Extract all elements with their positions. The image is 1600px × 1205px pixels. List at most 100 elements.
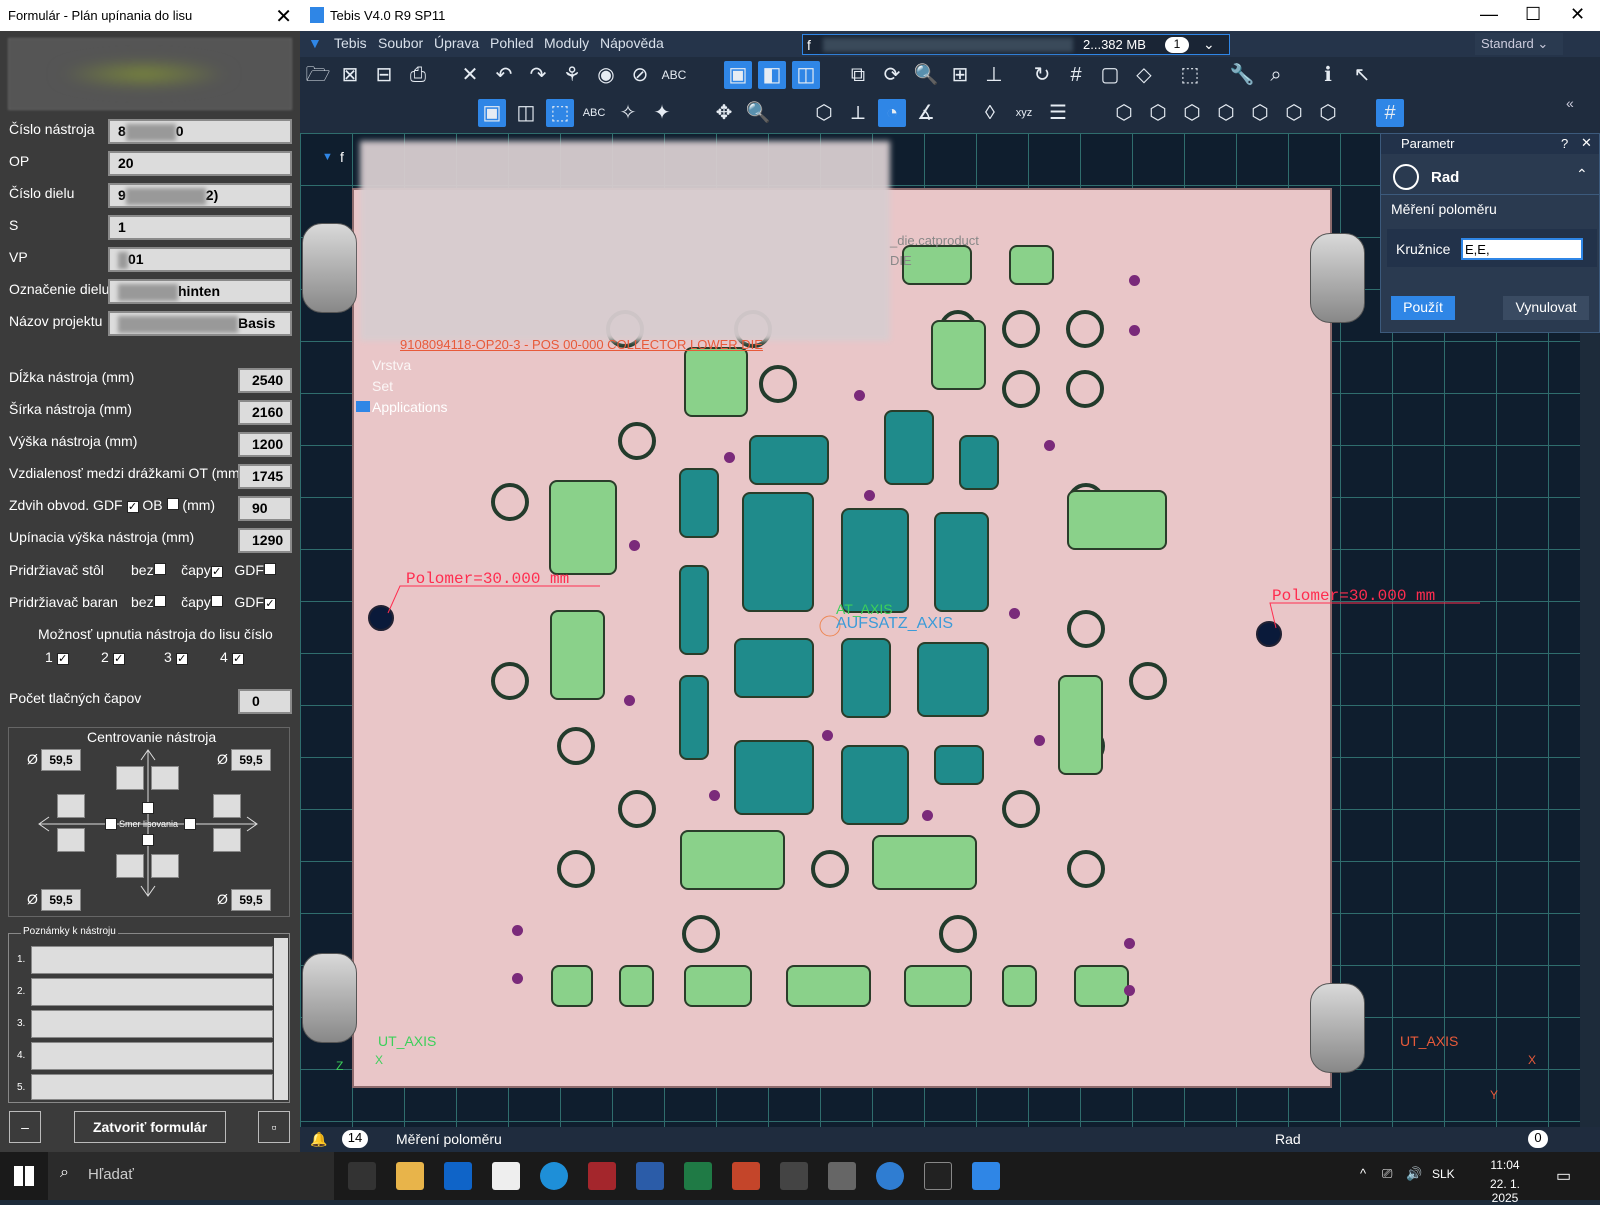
light-off-icon[interactable]: ✦: [648, 99, 676, 127]
close-icon[interactable]: ✕: [1581, 135, 1592, 151]
text-style-icon[interactable]: ABC: [580, 99, 608, 127]
tool-height-field[interactable]: 1200: [238, 432, 292, 457]
center-checkbox[interactable]: [105, 818, 117, 830]
shaded-cube-icon[interactable]: ▣: [724, 61, 752, 89]
tool-width-field[interactable]: 2160: [238, 400, 292, 425]
note-line-4[interactable]: [31, 1042, 273, 1070]
network-icon[interactable]: ⎚: [1382, 1166, 1392, 1182]
angle-icon[interactable]: ∡: [912, 99, 940, 127]
task-view-icon[interactable]: [348, 1162, 376, 1190]
outlook-icon[interactable]: [444, 1162, 472, 1190]
clamp-height-field[interactable]: 1290: [238, 528, 292, 553]
delete-icon[interactable]: ✕: [456, 61, 484, 89]
menu-uprava[interactable]: Úprava: [434, 35, 479, 51]
tree-item-set[interactable]: Set: [372, 378, 393, 394]
annotation-icon[interactable]: ☰: [1044, 99, 1072, 127]
help-icon[interactable]: ?: [1561, 136, 1568, 151]
tebis-menu-icon[interactable]: ▼: [308, 35, 322, 51]
calculator-icon[interactable]: [828, 1162, 856, 1190]
search-text-icon[interactable]: ⌕: [1262, 61, 1290, 89]
note-line-2[interactable]: [31, 978, 273, 1006]
language-indicator[interactable]: SLK: [1432, 1167, 1455, 1181]
maximize-window-icon[interactable]: ☐: [1525, 4, 1541, 25]
center-slot[interactable]: [213, 794, 241, 818]
profile-select[interactable]: Standard ⌄: [1475, 33, 1563, 55]
grid-toggle-icon[interactable]: #: [1376, 99, 1404, 127]
press-option-2[interactable]: 2 ✓: [101, 649, 125, 665]
wire-cube-icon[interactable]: ◫: [792, 61, 820, 89]
cube-edge-icon[interactable]: ◫: [512, 99, 540, 127]
terminal-icon[interactable]: [924, 1162, 952, 1190]
notes-scrollbar[interactable]: [274, 938, 288, 1100]
copy-view-icon[interactable]: ⧉: [844, 61, 872, 89]
redo-icon[interactable]: ↷: [524, 61, 552, 89]
clock-time[interactable]: 11:04: [1475, 1158, 1535, 1172]
view-top-icon[interactable]: ⬡: [1246, 99, 1274, 127]
plane-icon[interactable]: ◇: [1130, 61, 1158, 89]
notepad-icon[interactable]: [492, 1162, 520, 1190]
apply-button[interactable]: Použít: [1391, 296, 1455, 320]
zoom-icon[interactable]: 🔍: [912, 61, 940, 89]
center-checkbox[interactable]: [142, 834, 154, 846]
edge-icon[interactable]: [540, 1162, 568, 1190]
pointer-help-icon[interactable]: ↖: [1348, 61, 1376, 89]
ram-capy-checkbox[interactable]: [210, 595, 223, 607]
table-capy-checkbox[interactable]: ✓: [210, 566, 223, 578]
info-icon[interactable]: ℹ: [1314, 61, 1342, 89]
circle-field-input[interactable]: E,E,: [1461, 238, 1583, 260]
file-selector[interactable]: f 2...382 MB 1 ⌄: [802, 34, 1230, 55]
view-left-icon[interactable]: ⬡: [1178, 99, 1206, 127]
magnifier-icon[interactable]: 🔍: [744, 99, 772, 127]
part-designation-field[interactable]: hinten: [108, 279, 292, 304]
center-slot[interactable]: [57, 794, 85, 818]
tree-part-line[interactable]: 9108094118-OP20-3 - POS 00-000 COLLECTOR…: [400, 337, 763, 352]
tebis-taskbar-icon[interactable]: [972, 1162, 1000, 1190]
center-slot[interactable]: [116, 766, 144, 790]
center-slot[interactable]: [151, 766, 179, 790]
press-option-3[interactable]: 3 ✓: [164, 649, 188, 665]
ram-gdf-checkbox[interactable]: ✓: [263, 598, 276, 610]
dimension-icon[interactable]: ⟂: [844, 99, 872, 127]
clock-date[interactable]: 22. 1. 2025: [1475, 1177, 1535, 1205]
box-icon[interactable]: ⬚: [1176, 61, 1204, 89]
gdf-checkbox[interactable]: ✓: [126, 501, 139, 513]
solid-cube-icon[interactable]: ◧: [758, 61, 786, 89]
center-checkbox[interactable]: [184, 818, 196, 830]
view-right-icon[interactable]: ⬡: [1212, 99, 1240, 127]
center-slot[interactable]: [213, 828, 241, 852]
restore-button[interactable]: ▫: [258, 1111, 290, 1143]
windows-start-icon[interactable]: [14, 1166, 34, 1186]
file-explorer-icon[interactable]: [396, 1162, 424, 1190]
ram-bez-checkbox[interactable]: [153, 595, 166, 607]
collapse-up-icon[interactable]: ⌃: [1576, 166, 1588, 183]
app-icon[interactable]: [876, 1162, 904, 1190]
save-icon[interactable]: ⊟: [370, 61, 398, 89]
bell-icon[interactable]: 🔔: [310, 1131, 327, 1148]
layers-icon[interactable]: ⚘: [558, 61, 586, 89]
vp-field[interactable]: 01: [108, 247, 292, 272]
note-line-5[interactable]: [31, 1074, 273, 1100]
axis-icon[interactable]: ⊥: [980, 61, 1008, 89]
word-icon[interactable]: [636, 1162, 664, 1190]
table-bez-checkbox[interactable]: [153, 563, 166, 575]
undo-icon[interactable]: ↶: [490, 61, 518, 89]
press-option-4[interactable]: 4 ✓: [220, 649, 244, 665]
plane-view-icon[interactable]: ◊: [976, 99, 1004, 127]
ob-checkbox[interactable]: [166, 498, 179, 510]
tool-number-field[interactable]: 80: [108, 119, 292, 144]
close-form-button[interactable]: Zatvoriť formulár: [74, 1111, 226, 1143]
cube-view-icon[interactable]: ▣: [478, 99, 506, 127]
open-icon[interactable]: 🗁: [304, 61, 332, 89]
stroke-field[interactable]: 90: [238, 496, 292, 521]
light-icon[interactable]: ✧: [614, 99, 642, 127]
close-file-icon[interactable]: ⊠: [336, 61, 364, 89]
show-icon[interactable]: ◉: [592, 61, 620, 89]
minimize-button[interactable]: –: [9, 1111, 41, 1143]
tree-item-applications[interactable]: Applications: [372, 399, 448, 415]
cube-wire-icon[interactable]: ⬚: [546, 99, 574, 127]
center-slot[interactable]: [57, 828, 85, 852]
close-icon[interactable]: ✕: [275, 4, 292, 29]
minimize-window-icon[interactable]: —: [1480, 4, 1498, 25]
taskbar-search[interactable]: ⌕ Hľadať: [48, 1152, 334, 1200]
view-iso-icon[interactable]: ⬡: [1314, 99, 1342, 127]
